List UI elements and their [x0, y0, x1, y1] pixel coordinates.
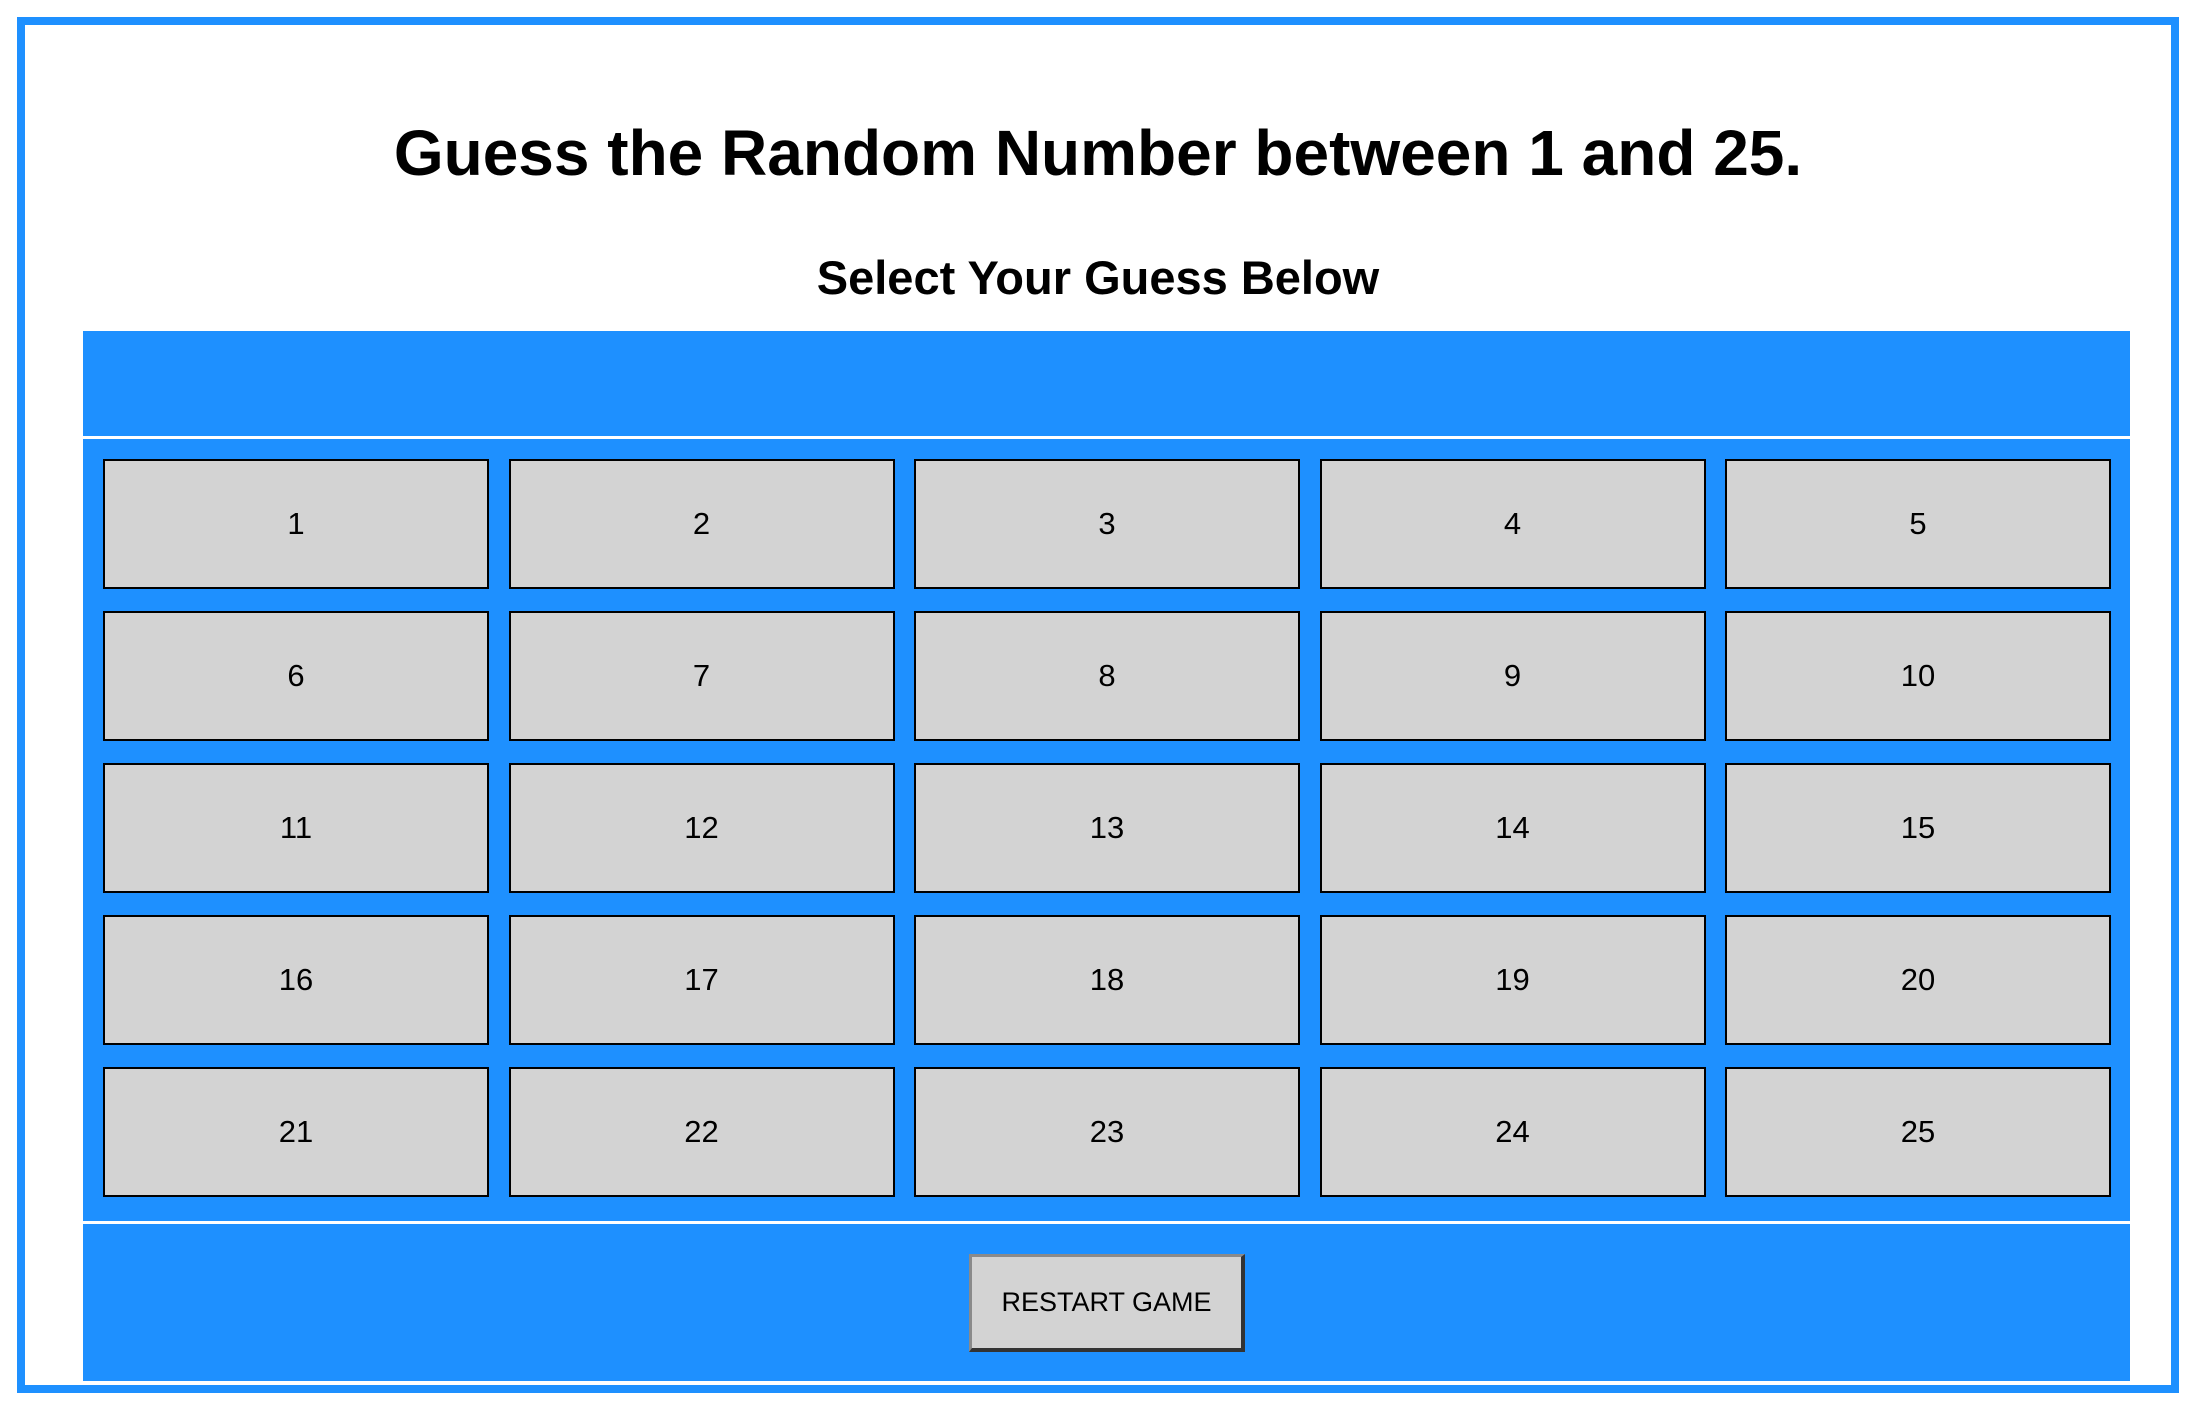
guess-button-22[interactable]: 22	[508, 1067, 895, 1197]
guess-button-4[interactable]: 4	[1319, 459, 1706, 589]
guess-button-23[interactable]: 23	[914, 1067, 1300, 1197]
guess-button-11[interactable]: 11	[103, 763, 489, 893]
guess-button-1[interactable]: 1	[103, 459, 489, 589]
footer-bar: RESTART GAME	[83, 1224, 2130, 1381]
guess-button-10[interactable]: 10	[1725, 611, 2111, 741]
number-grid: 1 2 3 4 5 6 7 8 9 10 11 12 13 14 15 16 1…	[103, 459, 2111, 1201]
guess-button-8[interactable]: 8	[914, 611, 1300, 741]
guess-button-15[interactable]: 15	[1725, 763, 2111, 893]
guess-button-18[interactable]: 18	[914, 915, 1300, 1045]
guess-button-6[interactable]: 6	[103, 611, 489, 741]
guess-button-19[interactable]: 19	[1319, 915, 1706, 1045]
guess-button-14[interactable]: 14	[1319, 763, 1706, 893]
page-title: Guess the Random Number between 1 and 25…	[393, 117, 1803, 189]
guess-button-2[interactable]: 2	[508, 459, 895, 589]
guess-button-21[interactable]: 21	[103, 1067, 489, 1197]
restart-game-button[interactable]: RESTART GAME	[969, 1254, 1245, 1352]
guess-button-3[interactable]: 3	[914, 459, 1300, 589]
guess-button-16[interactable]: 16	[103, 915, 489, 1045]
guess-button-12[interactable]: 12	[508, 763, 895, 893]
guess-button-7[interactable]: 7	[508, 611, 895, 741]
divider-top	[83, 436, 2130, 439]
guess-button-5[interactable]: 5	[1725, 459, 2111, 589]
page-subtitle: Select Your Guess Below	[816, 251, 1380, 304]
game-panel: 1 2 3 4 5 6 7 8 9 10 11 12 13 14 15 16 1…	[83, 331, 2130, 1381]
guess-button-20[interactable]: 20	[1725, 915, 2111, 1045]
guess-button-24[interactable]: 24	[1319, 1067, 1706, 1197]
guess-button-13[interactable]: 13	[914, 763, 1300, 893]
guess-button-17[interactable]: 17	[508, 915, 895, 1045]
message-bar	[83, 331, 2130, 435]
guess-button-9[interactable]: 9	[1319, 611, 1706, 741]
guess-button-25[interactable]: 25	[1725, 1067, 2111, 1197]
